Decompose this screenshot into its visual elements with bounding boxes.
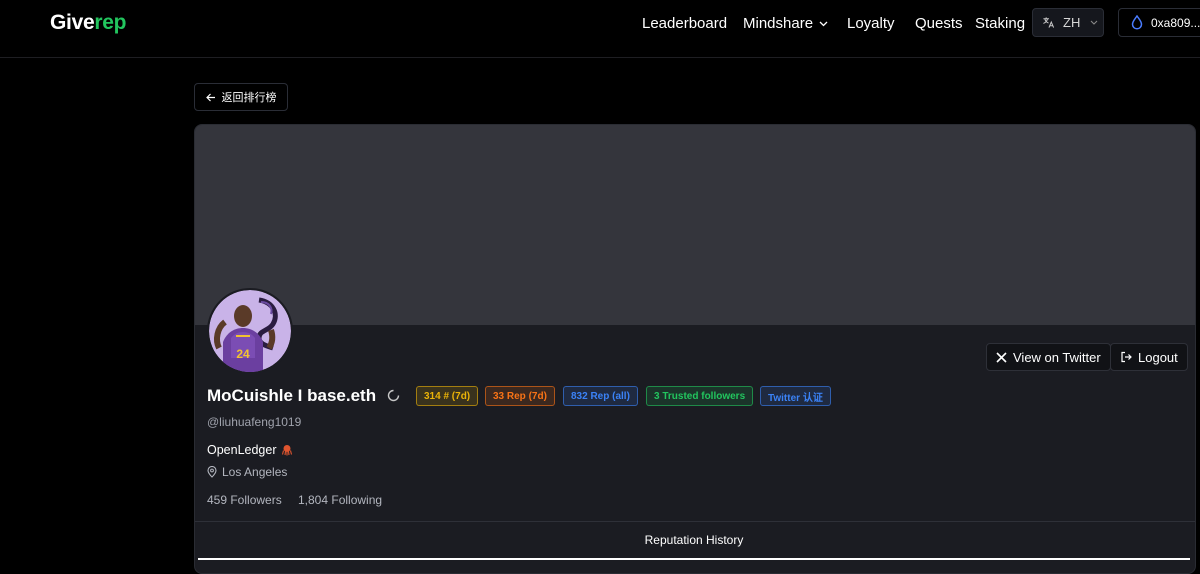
- badge-rep-7d: 33 Rep (7d): [485, 386, 555, 406]
- profile-location: Los Angeles: [207, 465, 287, 479]
- view-on-twitter-label: View on Twitter: [1013, 349, 1101, 365]
- logout-icon: [1121, 351, 1132, 363]
- sui-drop-icon: [1131, 15, 1143, 30]
- logo-text-rep: rep: [94, 11, 127, 34]
- chevron-down-icon: [819, 21, 828, 27]
- profile-handle: @liuhuafeng1019: [207, 415, 302, 429]
- logout-button[interactable]: Logout: [1110, 343, 1188, 371]
- bio-text: OpenLedger: [207, 443, 277, 457]
- logout-label: Logout: [1138, 349, 1178, 365]
- arrow-left-icon: [205, 93, 215, 101]
- badge-twitter-verified: Twitter 认证: [760, 386, 831, 406]
- language-code: ZH: [1063, 15, 1081, 30]
- back-button-label: 返回排行榜: [221, 92, 277, 104]
- badge-rep-all: 832 Rep (all): [563, 386, 638, 406]
- avatar-jersey-number: 24: [236, 347, 250, 361]
- language-selector[interactable]: ZH: [1032, 8, 1104, 37]
- x-logo-icon: [996, 351, 1007, 363]
- giverep-logo[interactable]: Giverep: [50, 11, 126, 35]
- avatar-image: 24: [209, 290, 291, 372]
- map-pin-icon: [207, 466, 217, 478]
- avatar: 24: [207, 288, 293, 374]
- top-nav-bar: Giverep Leaderboard Mindshare Loyalty Qu…: [0, 0, 1200, 58]
- nav-leaderboard[interactable]: Leaderboard: [642, 15, 727, 32]
- profile-banner: [195, 125, 1195, 325]
- followers-count[interactable]: 459 Followers: [207, 493, 282, 507]
- tab-reputation-history[interactable]: Reputation History: [198, 522, 1190, 560]
- profile-name: MoCuishle I base.eth: [207, 386, 377, 405]
- view-on-twitter-button[interactable]: View on Twitter: [986, 343, 1111, 371]
- nav-loyalty[interactable]: Loyalty: [847, 15, 895, 32]
- profile-card: 24 View on Twitter Logout MoCuishle I ba…: [194, 124, 1196, 574]
- back-to-leaderboard-button[interactable]: 返回排行榜: [194, 83, 288, 111]
- octopus-emoji-icon: [281, 445, 292, 456]
- wallet-button[interactable]: 0xa809...: [1118, 8, 1200, 37]
- nav-quests[interactable]: Quests: [915, 15, 963, 32]
- translate-icon: [1043, 17, 1055, 28]
- wallet-address: 0xa809...: [1151, 15, 1200, 30]
- location-text: Los Angeles: [222, 465, 288, 479]
- nav-mindshare-label: Mindshare: [743, 15, 814, 32]
- chevron-down-icon: [1090, 20, 1098, 25]
- badge-trusted-followers: 3 Trusted followers: [646, 386, 754, 406]
- loading-spinner-icon: [387, 389, 400, 402]
- badge-rank-7d: 314 # (7d): [416, 386, 479, 406]
- following-count[interactable]: 1,804 Following: [298, 493, 382, 507]
- logo-text-give: Give: [50, 11, 95, 34]
- profile-bio: OpenLedger: [207, 443, 293, 457]
- nav-staking[interactable]: Staking: [975, 15, 1025, 32]
- nav-mindshare[interactable]: Mindshare: [743, 15, 828, 32]
